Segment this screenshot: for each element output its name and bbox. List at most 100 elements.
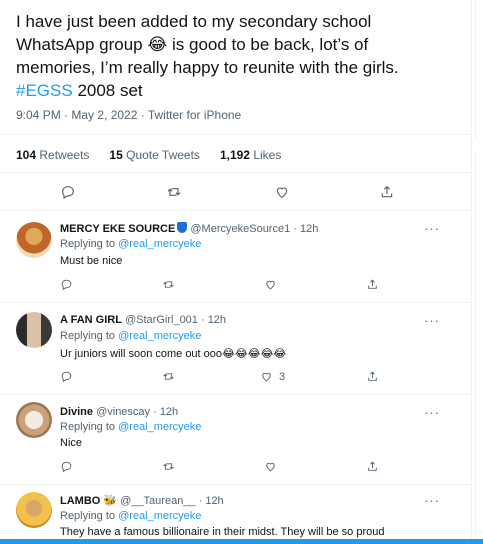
retweet-icon (167, 188, 181, 196)
mention-link[interactable]: @real_mercyeke (118, 330, 201, 342)
divider (0, 134, 472, 135)
heart-icon (266, 280, 275, 290)
tweet-stats: 104 Retweets 15 Quote Tweets 1,192 Likes (16, 148, 285, 162)
shield-icon (177, 222, 188, 233)
tweet-line-1: I have just been added to my secondary s… (16, 12, 372, 31)
replying-to-label: Replying to (60, 330, 116, 342)
like-button[interactable] (272, 182, 292, 202)
retweets-count: 104 (16, 148, 37, 162)
like-button[interactable]: 3 (260, 370, 285, 383)
likes-stat[interactable]: 1,192 Likes (220, 148, 285, 162)
reply-header: Divine @vinescay · 12h (60, 406, 178, 418)
share-icon (381, 185, 393, 198)
reply-icon (61, 461, 72, 473)
tweet-line-2: WhatsApp group 😂 is good to be back, lot… (16, 33, 466, 56)
share-button[interactable] (366, 278, 379, 291)
reply-icon (61, 371, 72, 383)
retweet-button[interactable] (162, 460, 175, 473)
reply-header: LAMBO 🐝 @__Taurean__ · 12h (60, 494, 224, 507)
reply-button[interactable] (60, 370, 73, 383)
avatar[interactable] (16, 312, 52, 348)
reply-author-name[interactable]: Divine (60, 406, 93, 418)
quotes-count: 15 (109, 148, 123, 162)
like-button[interactable] (264, 278, 283, 291)
more-options-icon[interactable]: ··· (424, 313, 440, 328)
more-options-icon[interactable]: ··· (424, 221, 440, 236)
reply-tweet[interactable]: LAMBO 🐝 @__Taurean__ · 12h ··· Replying … (0, 484, 472, 539)
more-options-icon[interactable]: ··· (424, 493, 440, 508)
mention-link[interactable]: @real_mercyeke (118, 238, 201, 250)
replying-to: Replying to @real_mercyeke (60, 238, 201, 250)
share-icon (368, 279, 377, 289)
rail-divider (475, 0, 476, 140)
reply-header: MERCY EKE SOURCE @MercyekeSource1 · 12h (60, 222, 318, 235)
replying-to: Replying to @real_mercyeke (60, 330, 201, 342)
replying-to: Replying to @real_mercyeke (60, 421, 201, 433)
retweets-stat[interactable]: 104 Retweets (16, 148, 93, 162)
heart-icon (276, 187, 288, 199)
retweet-icon (163, 373, 174, 380)
tweet-line-4-rest: 2008 set (77, 81, 143, 100)
replying-to-label: Replying to (60, 421, 116, 433)
reply-header: A FAN GIRL @StarGirl_001 · 12h (60, 314, 226, 326)
reply-tweet[interactable]: MERCY EKE SOURCE @MercyekeSource1 · 12h … (0, 210, 472, 302)
hashtag-link[interactable]: #EGSS (16, 81, 73, 100)
reply-author-handle[interactable]: @vinescay · 12h (96, 406, 178, 418)
reply-text: Nice (60, 437, 83, 449)
tweet-line-2a: WhatsApp group (16, 35, 143, 54)
reply-author-handle[interactable]: @StarGirl_001 · 12h (125, 314, 226, 326)
avatar[interactable] (16, 402, 52, 438)
replying-to-label: Replying to (60, 238, 116, 250)
divider (0, 172, 472, 173)
reply-text: Must be nice (60, 255, 123, 267)
retweet-icon (163, 463, 174, 470)
reply-button[interactable] (58, 182, 78, 202)
rail-divider (475, 150, 476, 544)
reply-action-bar (60, 460, 420, 478)
like-button[interactable] (264, 460, 283, 473)
tweet-action-bar (0, 182, 472, 206)
quotes-label: Quote Tweets (126, 148, 200, 162)
reply-tweet[interactable]: A FAN GIRL @StarGirl_001 · 12h ··· Reply… (0, 302, 472, 394)
share-button[interactable] (377, 182, 397, 202)
bottom-accent-bar (0, 539, 483, 544)
reply-tweet[interactable]: Divine @vinescay · 12h ··· Replying to @… (0, 394, 472, 484)
reply-author-name[interactable]: A FAN GIRL (60, 314, 122, 326)
reply-button[interactable] (60, 278, 73, 291)
retweet-button[interactable] (162, 370, 175, 383)
mention-link[interactable]: @real_mercyeke (118, 421, 201, 433)
share-button[interactable] (366, 460, 379, 473)
heart-icon (262, 372, 271, 382)
reply-action-bar: 3 (60, 370, 420, 388)
replying-to: Replying to @real_mercyeke (60, 510, 201, 522)
avatar[interactable] (16, 222, 52, 258)
reply-author-name[interactable]: LAMBO 🐝 (60, 495, 117, 507)
retweet-button[interactable] (164, 182, 184, 202)
replying-to-label: Replying to (60, 510, 116, 522)
tweet-line-3: memories, I’m really happy to reunite wi… (16, 58, 399, 77)
more-options-icon[interactable]: ··· (424, 405, 440, 420)
likes-count: 1,192 (219, 148, 250, 162)
tweet-line-4: #EGSS 2008 set (16, 79, 466, 102)
reply-author-name[interactable]: MERCY EKE SOURCE (60, 223, 175, 235)
reply-author-handle[interactable]: @__Taurean__ · 12h (120, 495, 224, 507)
reply-icon (61, 279, 72, 291)
laughing-emoji: 😂 (147, 35, 168, 54)
share-button[interactable] (366, 370, 379, 383)
reply-button[interactable] (60, 460, 73, 473)
retweet-button[interactable] (162, 278, 175, 291)
quote-tweets-stat[interactable]: 15 Quote Tweets (109, 148, 204, 162)
reply-author-handle[interactable]: @MercyekeSource1 · 12h (190, 223, 318, 235)
reply-text: They have a famous billionaire in their … (60, 526, 385, 538)
heart-icon (266, 462, 275, 472)
tweet-text: I have just been added to my secondary s… (16, 10, 466, 102)
reply-icon (62, 186, 74, 200)
tweet-detail-column: I have just been added to my secondary s… (0, 0, 472, 544)
share-icon (368, 371, 377, 381)
tweet-timestamp[interactable]: 9:04 PM · May 2, 2022 · Twitter for iPho… (16, 108, 241, 122)
reply-action-bar (60, 278, 420, 296)
right-rail (473, 0, 483, 544)
avatar[interactable] (16, 492, 52, 528)
mention-link[interactable]: @real_mercyeke (118, 510, 201, 522)
like-count: 3 (279, 370, 286, 383)
